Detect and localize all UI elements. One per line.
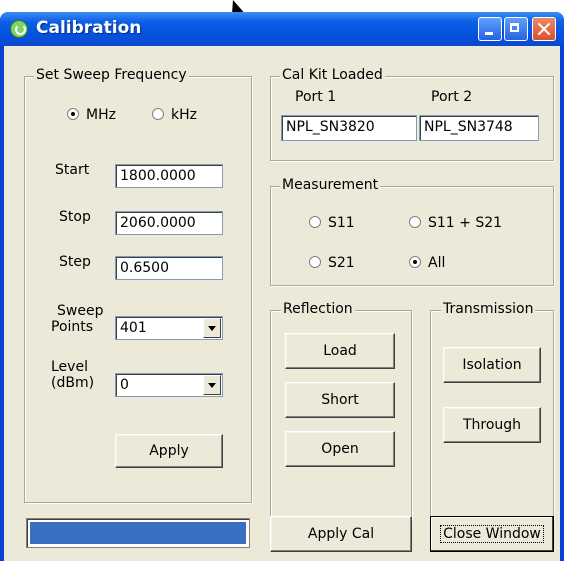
sweep-points-label-2: Points [51, 319, 94, 335]
reflection-legend: Reflection [281, 301, 355, 317]
short-button[interactable]: Short [285, 382, 395, 418]
radio-s21-dot [309, 256, 321, 268]
level-value: 0 [120, 377, 129, 393]
step-field[interactable]: 0.6500 [115, 256, 223, 280]
radio-khz[interactable]: kHz [152, 107, 197, 125]
progress-fill [30, 522, 246, 544]
level-label-1: Level [51, 359, 88, 375]
window-title: Calibration [36, 18, 142, 38]
level-select[interactable]: 0 [115, 373, 223, 397]
cal-kit-legend: Cal Kit Loaded [280, 67, 385, 83]
radio-s11-s21-label: S11 + S21 [428, 215, 503, 231]
radio-s21[interactable]: S21 [309, 255, 355, 273]
port1-field[interactable]: NPL_SN3820 [281, 115, 417, 141]
cal-kit-group: Cal Kit Loaded Port 1 Port 2 NPL_SN3820 … [270, 67, 554, 161]
measurement-group: Measurement S11 S11 + S21 S21 All [270, 177, 554, 286]
port2-field[interactable]: NPL_SN3748 [419, 115, 539, 141]
measurement-legend: Measurement [280, 177, 381, 193]
transmission-group: Transmission Isolation Through [430, 301, 554, 520]
radio-all-dot [409, 256, 421, 268]
sweep-frequency-legend: Set Sweep Frequency [34, 67, 189, 83]
sweep-points-label-1: Sweep [57, 303, 104, 319]
sweep-points-select[interactable]: 401 [115, 316, 223, 340]
radio-s11-label: S11 [328, 215, 355, 231]
radio-s11[interactable]: S11 [309, 215, 355, 233]
radio-s11-s21-dot [409, 216, 421, 228]
calibration-window: Calibration Set Sweep Frequency MHz kHz … [0, 12, 564, 561]
apply-button[interactable]: Apply [115, 434, 223, 468]
isolation-button[interactable]: Isolation [443, 347, 541, 383]
radio-mhz-label: MHz [86, 107, 116, 123]
calibration-progress-bar [26, 518, 250, 548]
app-icon [10, 20, 28, 38]
port2-label: Port 2 [431, 89, 473, 105]
step-label: Step [59, 254, 91, 270]
load-button[interactable]: Load [285, 333, 395, 369]
maximize-button[interactable] [504, 17, 528, 41]
stop-label: Stop [59, 209, 91, 225]
radio-khz-label: kHz [171, 107, 197, 123]
radio-mhz-dot [67, 108, 79, 120]
radio-all-label: All [428, 255, 446, 271]
radio-s21-label: S21 [328, 255, 355, 271]
title-bar[interactable]: Calibration [0, 12, 564, 46]
transmission-legend: Transmission [441, 301, 536, 317]
radio-khz-dot [152, 108, 164, 120]
open-button[interactable]: Open [285, 431, 395, 467]
sweep-frequency-group: Set Sweep Frequency MHz kHz Start 1800.0… [24, 67, 252, 503]
close-window-button[interactable]: Close Window [430, 516, 554, 552]
through-button[interactable]: Through [443, 407, 541, 443]
minimize-button[interactable] [478, 17, 502, 41]
close-icon[interactable] [532, 17, 556, 41]
start-label: Start [55, 162, 90, 178]
reflection-group: Reflection Load Short Open [270, 301, 412, 520]
radio-s11-dot [309, 216, 321, 228]
radio-s11-s21[interactable]: S11 + S21 [409, 215, 502, 233]
close-window-label: Close Window [440, 525, 544, 543]
radio-all[interactable]: All [409, 255, 445, 273]
sweep-points-value: 401 [120, 320, 147, 336]
start-field[interactable]: 1800.0000 [115, 164, 223, 188]
stop-field[interactable]: 2060.0000 [115, 211, 223, 235]
port1-label: Port 1 [295, 89, 337, 105]
dialog-client-area: Set Sweep Frequency MHz kHz Start 1800.0… [4, 46, 560, 561]
apply-cal-button[interactable]: Apply Cal [270, 516, 412, 552]
radio-mhz[interactable]: MHz [67, 107, 116, 125]
chevron-down-icon[interactable] [203, 318, 221, 338]
chevron-down-icon[interactable] [203, 375, 221, 395]
level-label-2: (dBm) [51, 375, 95, 391]
